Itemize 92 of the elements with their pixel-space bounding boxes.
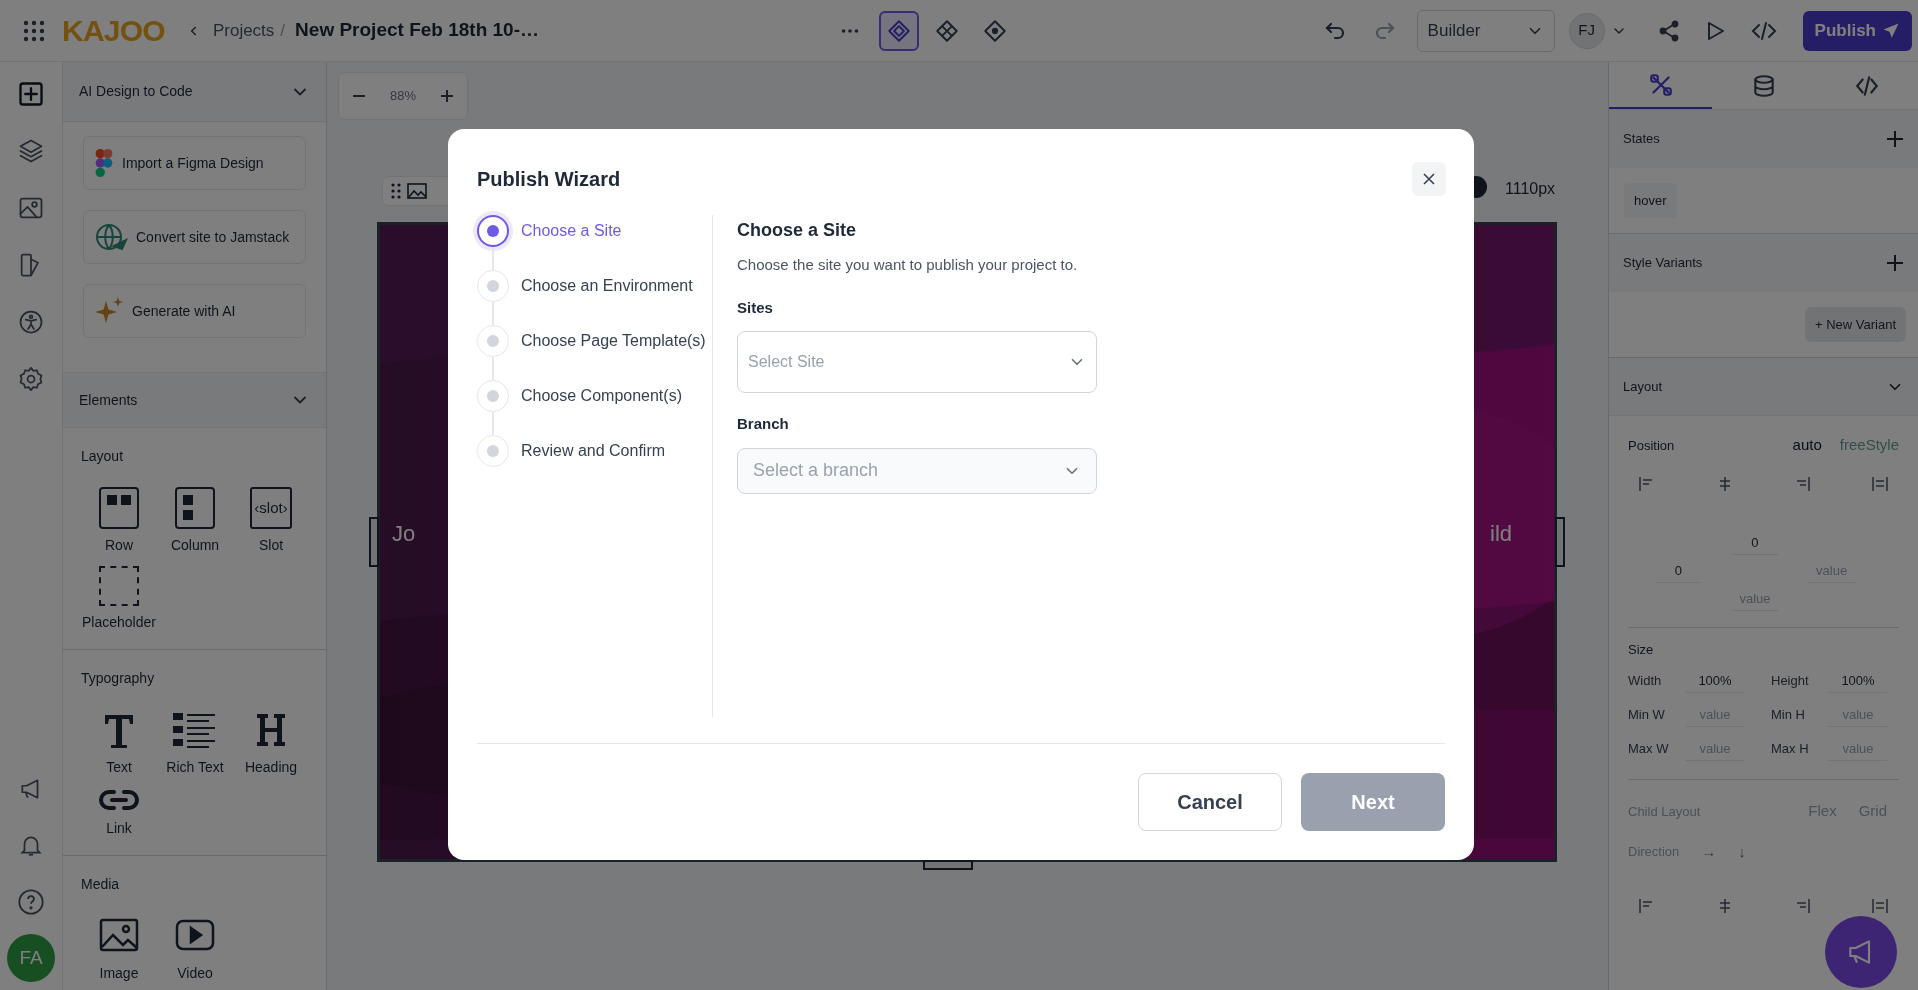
group-title: Typography <box>81 669 156 688</box>
field-label: Max W <box>1628 740 1670 759</box>
field-label: Position <box>1628 436 1676 455</box>
field-label: Min W <box>1628 706 1666 725</box>
step-label[interactable]: Review and Confirm <box>521 439 666 463</box>
ai-action-button[interactable]: Generate with AI <box>83 284 306 338</box>
section-header[interactable]: Layout <box>1609 358 1918 416</box>
ai-action-button[interactable]: Import a Figma Design <box>83 136 306 190</box>
align-icon[interactable] <box>1870 474 1889 493</box>
help-icon[interactable] <box>17 888 45 916</box>
diamond-icon <box>933 17 960 44</box>
column-icon <box>175 487 215 529</box>
step-label[interactable]: Choose an Environment <box>521 274 693 298</box>
canvas-heading-text: ild <box>1490 520 1512 548</box>
field-label: Branch <box>737 414 790 434</box>
element-tile[interactable]: Placeholder <box>81 566 157 633</box>
element-tile[interactable]: ‹slot› Slot <box>233 487 309 556</box>
dialog-title: Publish Wizard <box>477 167 621 192</box>
field-label: Sites <box>737 297 774 318</box>
user-avatar[interactable]: FJ <box>1568 12 1605 49</box>
element-tile[interactable]: Image <box>81 915 157 984</box>
offset-field[interactable]: 0 <box>1655 558 1702 583</box>
image-icon[interactable] <box>407 183 427 199</box>
element-tile[interactable]: Text <box>81 709 157 778</box>
align-icon[interactable] <box>1870 897 1889 915</box>
field-label: Min H <box>1771 706 1806 725</box>
step-label[interactable]: Choose Component(s) <box>521 384 682 408</box>
diamond-icon <box>885 17 912 44</box>
section-header[interactable]: AI Design to Code <box>63 62 326 122</box>
section-header: States <box>1609 110 1918 168</box>
layers-icon[interactable] <box>17 137 45 165</box>
position-option[interactable]: freeStyle <box>1839 434 1899 457</box>
zoom-level: 88% <box>389 87 416 106</box>
link-icon <box>99 788 139 812</box>
accessibility-icon[interactable] <box>17 308 45 336</box>
field-label: Height <box>1771 672 1810 691</box>
publish-button[interactable]: Publish <box>1802 10 1912 51</box>
add-icon[interactable] <box>1886 254 1904 272</box>
position-option[interactable]: auto <box>1792 434 1822 457</box>
style-icon <box>1647 71 1674 98</box>
state-chip[interactable]: hover <box>1624 182 1677 219</box>
select-field[interactable]: Select a branch <box>737 447 1097 494</box>
user-avatar[interactable]: FA <box>7 934 55 982</box>
figma-icon <box>94 149 114 177</box>
zoom-in-icon[interactable] <box>439 88 456 104</box>
close-icon <box>1422 172 1436 186</box>
apps-grid-icon[interactable] <box>22 18 46 43</box>
section-header: Style Variants <box>1609 234 1918 292</box>
resize-handle[interactable] <box>1555 517 1565 567</box>
section-subtitle: Size <box>1628 640 1655 659</box>
step-label[interactable]: Choose Page Template(s) <box>521 329 706 353</box>
element-tile[interactable]: Rich Text <box>157 709 233 778</box>
breadcrumb-link[interactable]: Projects <box>212 17 275 44</box>
offset-field[interactable]: 0 <box>1732 530 1778 555</box>
canvas-heading-text: Jo <box>392 520 416 548</box>
add-icon[interactable] <box>1886 130 1904 148</box>
view-mode-button[interactable] <box>878 10 919 51</box>
group-title: Layout <box>81 447 125 466</box>
element-tile[interactable]: Heading <box>233 709 309 778</box>
select-field[interactable]: Select Site <box>737 331 1097 393</box>
dialog-button[interactable]: Cancel <box>1138 773 1282 831</box>
field-label: Max H <box>1771 740 1810 759</box>
globe-arrow-icon <box>94 222 128 252</box>
element-tile[interactable]: Link <box>81 788 157 839</box>
canvas-width-label: 1110px <box>1505 179 1556 199</box>
send-icon <box>1882 21 1900 40</box>
slot-icon: ‹slot› <box>250 487 292 529</box>
ai-action-button[interactable]: Convert site to Jamstack <box>83 210 306 264</box>
settings-icon[interactable] <box>17 365 45 393</box>
placeholder-icon <box>99 566 139 606</box>
resize-handle[interactable] <box>923 860 973 870</box>
group-title: Media <box>81 875 121 894</box>
new-variant-button[interactable]: + New Variant <box>1804 307 1906 342</box>
drag-handle-icon[interactable] <box>391 183 401 199</box>
step-heading: Choose a Site <box>737 219 858 242</box>
size-field[interactable]: 100% <box>1686 669 1744 693</box>
close-button[interactable] <box>1412 162 1446 196</box>
mode-select[interactable]: Builder <box>1416 9 1555 52</box>
size-field[interactable]: 100% <box>1829 669 1887 693</box>
element-tile[interactable]: Row <box>81 487 157 556</box>
diamond-icon <box>981 17 1008 44</box>
project-title: New Project Feb 18th 10-… <box>295 18 539 43</box>
element-tile[interactable]: Column <box>157 487 233 556</box>
resize-handle[interactable] <box>369 517 379 567</box>
breadcrumb-separator: / <box>280 19 286 42</box>
step-label[interactable]: Choose a Site <box>521 219 622 243</box>
step-description: Choose the site you want to publish your project to. <box>737 255 1079 275</box>
element-tile[interactable]: Video <box>157 915 233 984</box>
field-label: Width <box>1628 672 1663 691</box>
row-icon <box>99 487 139 529</box>
section-header[interactable]: Elements <box>63 372 326 428</box>
add-icon[interactable] <box>17 80 45 108</box>
